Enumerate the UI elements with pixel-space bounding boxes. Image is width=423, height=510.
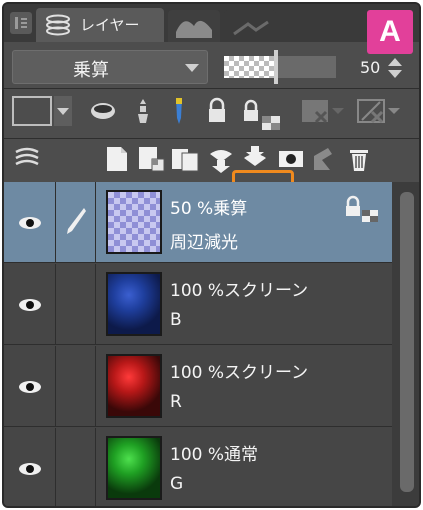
new-raster-icon[interactable] [102, 144, 132, 174]
merge-down-icon[interactable] [240, 144, 270, 174]
lock-icon[interactable] [202, 96, 232, 126]
layer-color-dropdown[interactable] [54, 96, 72, 126]
visibility-toggle[interactable] [4, 346, 56, 426]
layer-color-box[interactable] [12, 96, 52, 126]
edit-target-cell[interactable] [56, 346, 96, 426]
layer-panel: レイヤー A 乗算 50 50 %乗算 周辺減光 100 %スクリーン B 10… [2, 2, 421, 508]
layer-opacity-mode: 100 %通常 [170, 445, 259, 465]
new-folder-icon[interactable] [170, 144, 200, 174]
scrollbar-thumb[interactable] [400, 192, 414, 492]
ruler-icon[interactable] [308, 144, 338, 174]
layer-toolbar-2 [4, 140, 419, 180]
layers-icon[interactable] [12, 144, 42, 174]
layer-row[interactable]: 100 %通常 G [4, 428, 392, 506]
layer-search-icon [233, 20, 269, 36]
tab-layer[interactable]: レイヤー [36, 8, 164, 42]
blend-mode-select[interactable]: 乗算 [12, 50, 208, 84]
eye-icon [19, 381, 41, 393]
visibility-toggle[interactable] [4, 428, 56, 506]
layer-name: B [170, 310, 182, 330]
layer-row[interactable]: 50 %乗算 周辺減光 [4, 182, 392, 263]
opacity-slider[interactable] [224, 50, 336, 84]
layer-opacity-mode: 50 %乗算 [170, 199, 248, 219]
visibility-toggle[interactable] [4, 264, 56, 344]
layer-thumbnail [106, 354, 162, 418]
edit-target-cell[interactable] [56, 264, 96, 344]
pen-icon [67, 208, 86, 234]
delete-icon[interactable] [344, 144, 374, 174]
layer-toolbar-1 [4, 90, 419, 222]
eye-icon [19, 217, 41, 229]
layer-opacity-mode: 100 %スクリーン [170, 281, 309, 301]
layers-icon [46, 14, 70, 36]
tab-bar: レイヤー A [4, 4, 419, 54]
transfer-down-icon[interactable] [206, 144, 236, 174]
annotation-badge: A [367, 10, 413, 54]
layer-name: R [170, 392, 182, 412]
layer-thumbnail [106, 436, 162, 500]
edit-target-cell[interactable] [56, 428, 96, 506]
clipping-icon[interactable] [88, 96, 118, 126]
tab-layer-label: レイヤー [80, 16, 140, 34]
layer-thumbnail [106, 272, 162, 336]
draft-icon[interactable] [164, 96, 194, 126]
layer-opacity-mode: 100 %スクリーン [170, 363, 309, 383]
lock-transparent-icon [346, 195, 378, 222]
opacity-slider-fill [224, 56, 276, 78]
new-vector-icon[interactable] [136, 144, 166, 174]
eye-icon [19, 463, 41, 475]
visibility-toggle[interactable] [4, 182, 56, 262]
mask-disabled-icon[interactable] [298, 96, 346, 126]
tab-layer-property[interactable] [168, 10, 220, 42]
layer-property-icon [176, 20, 212, 38]
layer-list-scrollbar[interactable] [392, 182, 419, 506]
divider [4, 138, 419, 139]
divider [4, 88, 419, 89]
layer-name: 周辺減光 [170, 233, 238, 253]
blend-mode-value: 乗算 [73, 60, 109, 81]
reference-icon[interactable] [128, 96, 158, 126]
layer-thumbnail [106, 190, 162, 254]
tab-layer-search[interactable] [224, 10, 276, 42]
mask-icon[interactable] [276, 144, 306, 174]
opacity-value: 50 [360, 58, 381, 77]
mask-apply-icon[interactable] [354, 96, 402, 126]
layer-list: 50 %乗算 周辺減光 100 %スクリーン B 100 %スクリーン R 10… [4, 182, 392, 506]
opacity-slider-knob[interactable] [274, 50, 278, 84]
layer-row[interactable]: 100 %スクリーン B [4, 264, 392, 345]
layer-row[interactable]: 100 %スクリーン R [4, 346, 392, 427]
chevron-down-icon [185, 64, 199, 72]
eye-icon [19, 299, 41, 311]
opacity-spinner[interactable] [388, 58, 402, 80]
edit-target-cell[interactable] [56, 182, 96, 262]
lock-transparent-icon[interactable] [238, 94, 288, 134]
layer-name: G [170, 474, 184, 494]
panel-menu-icon[interactable] [10, 12, 32, 34]
